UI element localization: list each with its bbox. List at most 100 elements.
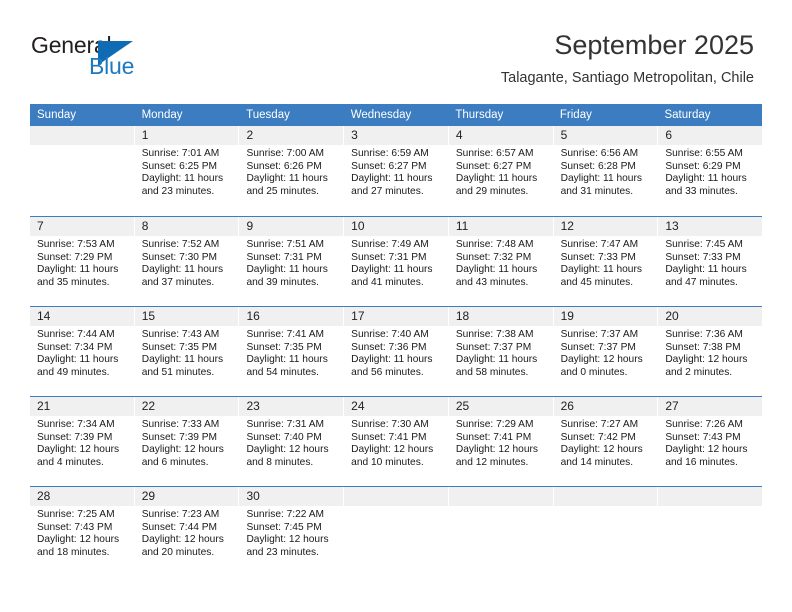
- sunrise-text: Sunrise: 7:43 AM: [141, 329, 220, 340]
- daylight-text-line2: and 0 minutes.: [560, 366, 628, 378]
- day-number-band: 8: [134, 217, 239, 236]
- daylight-text-line2: and 49 minutes.: [37, 366, 110, 378]
- day-number: 15: [141, 309, 156, 323]
- sunset-text: Sunset: 7:43 PM: [665, 431, 741, 443]
- day-number: 4: [455, 128, 463, 142]
- day-cell[interactable]: 3 Sunrise: 6:59 AM Sunset: 6:27 PM Daylight…: [344, 126, 449, 216]
- day-number-band: 27: [658, 397, 763, 416]
- daylight-text-line2: and 56 minutes.: [351, 366, 424, 378]
- day-number-band: 14: [30, 307, 134, 326]
- daylight-text-line1: Daylight: 12 hours: [141, 444, 224, 456]
- day-number-band: 1: [134, 126, 239, 145]
- day-cell[interactable]: 30 Sunrise: 7:22 AM Sunset: 7:45 PM Dayligh…: [239, 487, 345, 576]
- day-number: 19: [560, 309, 574, 323]
- day-cell[interactable]: 13 Sunrise: 7:45 AM Sunset: 7:33 PM Dayligh…: [658, 217, 763, 306]
- day-sun-info: Sunrise: 7:53 AM Sunset: 7:29 PM Daylight:…: [30, 236, 134, 289]
- daylight-text-line2: and 25 minutes.: [246, 185, 319, 197]
- day-cell[interactable]: 22 Sunrise: 7:33 AM Sunset: 7:39 PM Dayligh…: [134, 397, 240, 486]
- day-cell[interactable]: 9 Sunrise: 7:51 AM Sunset: 7:31 PM Daylight…: [239, 217, 345, 306]
- day-sun-info: Sunrise: 7:40 AM Sunset: 7:36 PM Daylight:…: [344, 326, 448, 379]
- day-cell[interactable]: 14 Sunrise: 7:44 AM Sunset: 7:34 PM Dayligh…: [30, 307, 135, 396]
- sunrise-text: Sunrise: 7:26 AM: [665, 419, 743, 430]
- week-row: 7 Sunrise: 7:53 AM Sunset: 7:29 PM Daylight…: [30, 216, 763, 306]
- daylight-text-line2: and 8 minutes.: [246, 456, 314, 468]
- sunrise-text: Sunrise: 7:31 AM: [246, 419, 325, 430]
- day-cell[interactable]: 7 Sunrise: 7:53 AM Sunset: 7:29 PM Daylight…: [30, 217, 135, 306]
- sunset-text: Sunset: 7:44 PM: [141, 521, 218, 533]
- day-cell[interactable]: 12 Sunrise: 7:47 AM Sunset: 7:33 PM Dayligh…: [553, 217, 659, 306]
- daylight-text-line2: and 58 minutes.: [455, 366, 529, 378]
- daylight-text-line1: Daylight: 11 hours: [37, 264, 119, 276]
- day-number-band: 29: [134, 487, 239, 506]
- day-cell[interactable]: 4 Sunrise: 6:57 AM Sunset: 6:27 PM Daylight…: [448, 126, 554, 216]
- daylight-text-line2: and 51 minutes.: [141, 366, 215, 378]
- weekday-header-thursday: Thursday: [455, 109, 504, 121]
- daylight-text-line1: Daylight: 12 hours: [665, 444, 748, 456]
- sunrise-text: Sunrise: 7:44 AM: [37, 329, 115, 340]
- daylight-text-line1: Daylight: 12 hours: [351, 444, 434, 456]
- day-cell[interactable]: 29 Sunrise: 7:23 AM Sunset: 7:44 PM Dayligh…: [134, 487, 240, 576]
- day-cell[interactable]: 18 Sunrise: 7:38 AM Sunset: 7:37 PM Dayligh…: [448, 307, 554, 396]
- day-sun-info: Sunrise: 6:56 AM Sunset: 6:28 PM Daylight:…: [554, 145, 658, 198]
- daylight-text-line1: Daylight: 11 hours: [665, 264, 747, 276]
- calendar-page: General Blue September 2025 Talagante, S…: [0, 0, 792, 612]
- daylight-text-line1: Daylight: 11 hours: [141, 354, 224, 366]
- sunset-text: Sunset: 7:38 PM: [665, 341, 741, 353]
- week-row: 14 Sunrise: 7:44 AM Sunset: 7:34 PM Dayligh…: [30, 306, 763, 396]
- general-blue-logo[interactable]: General Blue: [31, 33, 161, 83]
- day-cell[interactable]: 6 Sunrise: 6:55 AM Sunset: 6:29 PM Daylight…: [658, 126, 763, 216]
- day-cell[interactable]: 24 Sunrise: 7:30 AM Sunset: 7:41 PM Dayligh…: [344, 397, 449, 486]
- week-row: 28 Sunrise: 7:25 AM Sunset: 7:43 PM Dayligh…: [30, 486, 763, 576]
- day-cell[interactable]: 5 Sunrise: 6:56 AM Sunset: 6:28 PM Daylight…: [553, 126, 659, 216]
- day-cell[interactable]: 17 Sunrise: 7:40 AM Sunset: 7:36 PM Dayligh…: [344, 307, 449, 396]
- day-sun-info: Sunrise: 7:37 AM Sunset: 7:37 PM Daylight:…: [554, 326, 658, 379]
- sunrise-text: Sunrise: 7:53 AM: [37, 239, 115, 250]
- sunset-text: Sunset: 7:33 PM: [665, 251, 741, 263]
- day-cell[interactable]: 20 Sunrise: 7:36 AM Sunset: 7:38 PM Dayligh…: [658, 307, 763, 396]
- day-cell[interactable]: 28 Sunrise: 7:25 AM Sunset: 7:43 PM Dayligh…: [30, 487, 135, 576]
- day-sun-info: Sunrise: 7:45 AM Sunset: 7:33 PM Daylight:…: [658, 236, 762, 289]
- day-cell[interactable]: 25 Sunrise: 7:29 AM Sunset: 7:41 PM Dayligh…: [448, 397, 554, 486]
- sunrise-text: Sunrise: 7:40 AM: [351, 329, 429, 340]
- day-number: 9: [246, 219, 254, 233]
- day-cell[interactable]: 23 Sunrise: 7:31 AM Sunset: 7:40 PM Dayligh…: [239, 397, 345, 486]
- sunrise-text: Sunrise: 7:51 AM: [246, 239, 325, 250]
- day-sun-info: Sunrise: 7:52 AM Sunset: 7:30 PM Daylight:…: [135, 236, 239, 289]
- day-sun-info: Sunrise: 7:43 AM Sunset: 7:35 PM Daylight:…: [135, 326, 239, 379]
- daylight-text-line1: Daylight: 12 hours: [37, 534, 120, 546]
- sunrise-text: Sunrise: 7:48 AM: [455, 239, 534, 250]
- sunset-text: Sunset: 7:40 PM: [246, 431, 322, 443]
- page-subtitle: Talagante, Santiago Metropolitan, Chile: [500, 70, 754, 86]
- daylight-text-line1: Daylight: 11 hours: [141, 173, 224, 185]
- day-cell[interactable]: 19 Sunrise: 7:37 AM Sunset: 7:37 PM Dayligh…: [553, 307, 659, 396]
- day-number: 14: [37, 309, 51, 323]
- daylight-text-line2: and 23 minutes.: [141, 185, 215, 197]
- day-number-band: 17: [344, 307, 448, 326]
- day-cell-empty: [658, 487, 763, 576]
- day-cell[interactable]: 16 Sunrise: 7:41 AM Sunset: 7:35 PM Dayligh…: [239, 307, 345, 396]
- day-sun-info: Sunrise: 7:23 AM Sunset: 7:44 PM Daylight:…: [135, 506, 239, 559]
- sunrise-text: Sunrise: 7:29 AM: [455, 419, 534, 430]
- day-sun-info: Sunrise: 7:49 AM Sunset: 7:31 PM Daylight:…: [344, 236, 448, 289]
- day-number-band: 23: [239, 397, 344, 416]
- day-number-band: 25: [448, 397, 553, 416]
- sunset-text: Sunset: 7:30 PM: [141, 251, 218, 263]
- daylight-text-line1: Daylight: 12 hours: [560, 354, 643, 366]
- day-number-band: 6: [658, 126, 763, 145]
- day-cell[interactable]: 11 Sunrise: 7:48 AM Sunset: 7:32 PM Dayligh…: [448, 217, 554, 306]
- day-cell[interactable]: 2 Sunrise: 7:00 AM Sunset: 6:26 PM Daylight…: [239, 126, 345, 216]
- day-cell[interactable]: 15 Sunrise: 7:43 AM Sunset: 7:35 PM Dayligh…: [134, 307, 240, 396]
- daylight-text-line2: and 37 minutes.: [141, 276, 215, 288]
- day-cell-empty: [448, 487, 554, 576]
- day-cell[interactable]: 26 Sunrise: 7:27 AM Sunset: 7:42 PM Dayligh…: [553, 397, 659, 486]
- day-cell[interactable]: 1 Sunrise: 7:01 AM Sunset: 6:25 PM Daylight…: [134, 126, 240, 216]
- day-number-band: [553, 487, 658, 506]
- day-number: 20: [665, 309, 679, 323]
- sunset-text: Sunset: 7:37 PM: [560, 341, 636, 353]
- day-cell[interactable]: 27 Sunrise: 7:26 AM Sunset: 7:43 PM Dayligh…: [658, 397, 763, 486]
- day-cell[interactable]: 21 Sunrise: 7:34 AM Sunset: 7:39 PM Dayligh…: [30, 397, 135, 486]
- day-cell-empty: [344, 487, 449, 576]
- day-cell[interactable]: 8 Sunrise: 7:52 AM Sunset: 7:30 PM Daylight…: [134, 217, 240, 306]
- day-cell-empty: [553, 487, 659, 576]
- day-cell[interactable]: 10 Sunrise: 7:49 AM Sunset: 7:31 PM Dayligh…: [344, 217, 449, 306]
